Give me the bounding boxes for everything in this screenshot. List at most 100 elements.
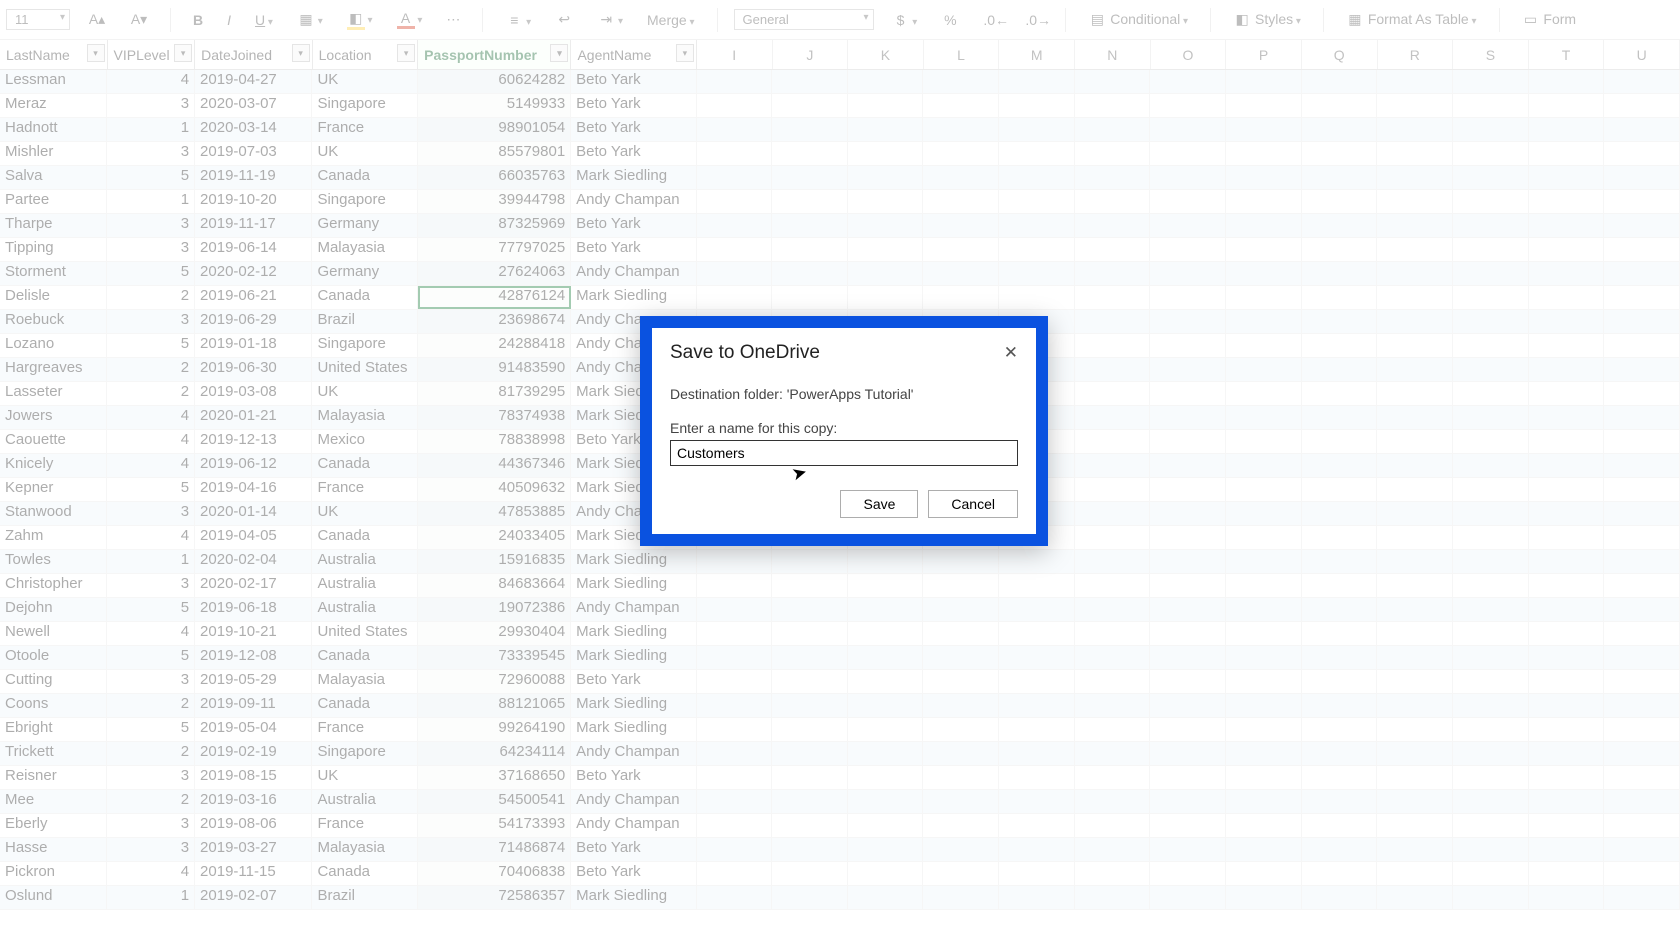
empty-cell[interactable] <box>1529 118 1605 141</box>
empty-cell[interactable] <box>1604 286 1680 309</box>
empty-cell[interactable] <box>1453 574 1529 597</box>
empty-cell[interactable] <box>999 886 1075 909</box>
empty-cell[interactable] <box>1529 454 1605 477</box>
header-datejoined[interactable]: DateJoined▾ <box>195 40 312 69</box>
empty-cell[interactable] <box>1302 238 1378 261</box>
empty-cell[interactable] <box>999 286 1075 309</box>
empty-cell[interactable] <box>1529 526 1605 549</box>
cell-date-joined[interactable]: 2019-12-08 <box>195 646 312 669</box>
empty-cell[interactable] <box>1075 238 1151 261</box>
cell-location[interactable]: Canada <box>312 862 417 885</box>
empty-cell[interactable] <box>1075 406 1151 429</box>
empty-cell[interactable] <box>848 262 924 285</box>
empty-cell[interactable] <box>1604 238 1680 261</box>
empty-cell[interactable] <box>772 94 848 117</box>
empty-cell[interactable] <box>1075 742 1151 765</box>
cell-vip-level[interactable]: 4 <box>107 70 195 93</box>
cell-date-joined[interactable]: 2020-02-12 <box>195 262 312 285</box>
empty-cell[interactable] <box>1226 838 1302 861</box>
empty-cell[interactable] <box>1226 862 1302 885</box>
empty-cell[interactable] <box>1150 70 1226 93</box>
empty-cell[interactable] <box>923 790 999 813</box>
cell-date-joined[interactable]: 2019-05-04 <box>195 718 312 741</box>
empty-cell[interactable] <box>697 742 773 765</box>
empty-cell[interactable] <box>1377 166 1453 189</box>
table-row[interactable]: Lessman42019-04-27UK60624282Beto Yark <box>0 70 1680 94</box>
empty-cell[interactable] <box>1453 406 1529 429</box>
cell-date-joined[interactable]: 2019-06-12 <box>195 454 312 477</box>
empty-cell[interactable] <box>923 814 999 837</box>
empty-cell[interactable] <box>1453 790 1529 813</box>
header-passportnumber[interactable]: PassportNumber▾ <box>418 40 571 69</box>
empty-cell[interactable] <box>923 670 999 693</box>
empty-cell[interactable] <box>1150 718 1226 741</box>
empty-cell[interactable] <box>1604 262 1680 285</box>
cell-passport-number[interactable]: 81739295 <box>418 382 571 405</box>
empty-cell[interactable] <box>1075 598 1151 621</box>
table-row[interactable]: Reisner32019-08-15UK37168650Beto Yark <box>0 766 1680 790</box>
empty-cell[interactable] <box>1302 670 1378 693</box>
empty-cell[interactable] <box>1377 406 1453 429</box>
empty-cell[interactable] <box>1377 862 1453 885</box>
filter-button[interactable]: ▾ <box>87 44 105 62</box>
cell-last-name[interactable]: Christopher <box>0 574 107 597</box>
table-row[interactable]: Towles12020-02-04Australia15916835Mark S… <box>0 550 1680 574</box>
cell-passport-number[interactable]: 85579801 <box>418 142 571 165</box>
empty-cell[interactable] <box>1075 502 1151 525</box>
form-button[interactable]: ▭ Form <box>1516 9 1583 30</box>
empty-cell[interactable] <box>1150 382 1226 405</box>
empty-cell[interactable] <box>923 646 999 669</box>
cell-passport-number[interactable]: 5149933 <box>418 94 571 117</box>
cell-location[interactable]: France <box>312 118 417 141</box>
empty-cell[interactable] <box>1529 814 1605 837</box>
empty-cell[interactable] <box>1226 142 1302 165</box>
empty-cell[interactable] <box>1529 166 1605 189</box>
cell-last-name[interactable]: Towles <box>0 550 107 573</box>
empty-cell[interactable] <box>1302 862 1378 885</box>
more-button[interactable]: ⋯ <box>440 9 466 30</box>
empty-cell[interactable] <box>697 118 773 141</box>
cell-date-joined[interactable]: 2019-02-19 <box>195 742 312 765</box>
cell-agent-name[interactable]: Andy Champan <box>571 790 696 813</box>
cell-date-joined[interactable]: 2019-10-21 <box>195 622 312 645</box>
empty-cell[interactable] <box>999 142 1075 165</box>
empty-cell[interactable] <box>1604 502 1680 525</box>
empty-cell[interactable] <box>1453 118 1529 141</box>
empty-cell[interactable] <box>1150 574 1226 597</box>
empty-cell[interactable] <box>1302 598 1378 621</box>
cell-vip-level[interactable]: 3 <box>107 838 195 861</box>
wrap-text-button[interactable]: ↩ <box>549 9 579 30</box>
empty-cell[interactable] <box>1226 670 1302 693</box>
cell-last-name[interactable]: Coons <box>0 694 107 717</box>
empty-cell[interactable] <box>1529 262 1605 285</box>
empty-cell[interactable] <box>1604 718 1680 741</box>
empty-cell[interactable] <box>697 766 773 789</box>
empty-cell[interactable] <box>999 862 1075 885</box>
empty-cell[interactable] <box>1150 646 1226 669</box>
cell-last-name[interactable]: Meraz <box>0 94 107 117</box>
empty-cell[interactable] <box>1604 694 1680 717</box>
cell-last-name[interactable]: Cutting <box>0 670 107 693</box>
cell-agent-name[interactable]: Andy Champan <box>571 742 696 765</box>
cell-last-name[interactable]: Knicely <box>0 454 107 477</box>
empty-cell[interactable] <box>1377 454 1453 477</box>
empty-cell[interactable] <box>1075 454 1151 477</box>
empty-cell[interactable] <box>697 70 773 93</box>
empty-cell[interactable] <box>1150 238 1226 261</box>
styles-button[interactable]: ◧ Styles <box>1227 9 1307 30</box>
empty-cell[interactable] <box>772 790 848 813</box>
empty-cell[interactable] <box>1226 478 1302 501</box>
empty-cell[interactable] <box>1075 166 1151 189</box>
empty-cell[interactable] <box>697 718 773 741</box>
cell-location[interactable]: UK <box>312 502 417 525</box>
empty-cell[interactable] <box>1226 766 1302 789</box>
empty-cell[interactable] <box>1150 454 1226 477</box>
cell-agent-name[interactable]: Mark Siedling <box>571 574 696 597</box>
empty-cell[interactable] <box>1226 382 1302 405</box>
cell-date-joined[interactable]: 2019-09-11 <box>195 694 312 717</box>
empty-cell[interactable] <box>848 742 924 765</box>
empty-cell[interactable] <box>1604 358 1680 381</box>
empty-cell[interactable] <box>1377 214 1453 237</box>
empty-cell[interactable] <box>697 886 773 909</box>
empty-cell[interactable] <box>1377 70 1453 93</box>
